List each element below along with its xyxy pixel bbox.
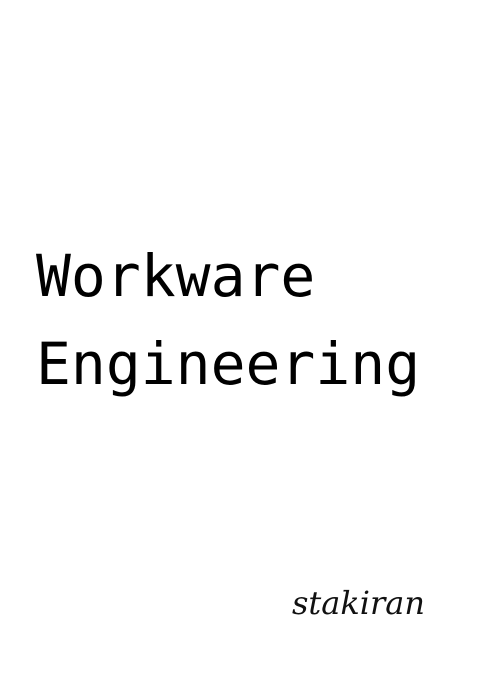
- author-name: stakiran: [292, 584, 425, 622]
- book-title-line-2: Engineering: [36, 330, 421, 398]
- book-title-line-1: Workware: [36, 242, 316, 310]
- book-title: Workware Engineering: [36, 232, 420, 408]
- book-cover: Workware Engineering stakiran: [0, 0, 500, 700]
